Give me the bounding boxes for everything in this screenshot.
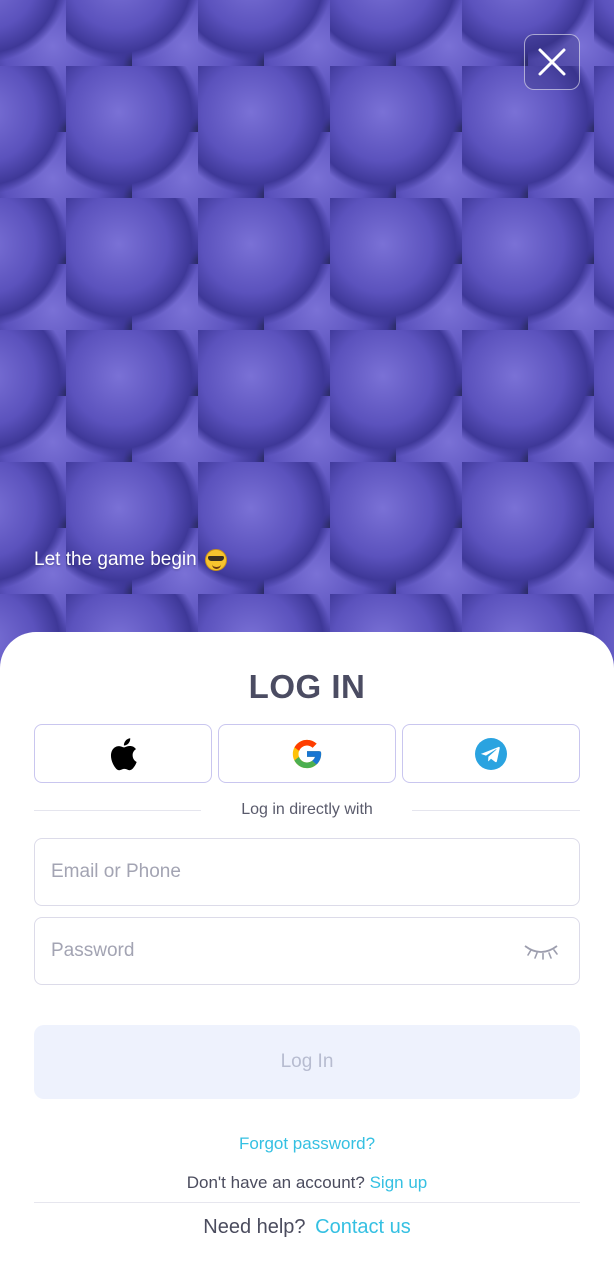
password-input[interactable]	[35, 940, 579, 962]
apple-icon	[110, 737, 137, 770]
eye-closed-icon[interactable]	[523, 940, 559, 962]
login-submit-button[interactable]: Log In	[34, 1025, 580, 1099]
email-field[interactable]	[34, 838, 580, 906]
close-icon	[538, 48, 566, 76]
bottom-divider	[34, 1202, 580, 1203]
apple-login-button[interactable]	[34, 724, 212, 783]
google-icon	[292, 739, 322, 768]
hero-pattern	[0, 0, 614, 680]
smiling-face-with-sunglasses-icon	[204, 549, 227, 571]
signup-row: Don't have an account? Sign up	[0, 1173, 614, 1193]
tagline: Let the game begin	[34, 549, 227, 571]
telegram-icon	[475, 737, 507, 770]
contact-us-link[interactable]: Contact us	[315, 1216, 411, 1238]
divider: Log in directly with	[34, 799, 580, 823]
signup-link[interactable]: Sign up	[370, 1173, 428, 1192]
tagline-text: Let the game begin	[34, 549, 197, 570]
help-row: Need help? Contact us	[0, 1216, 614, 1239]
social-login-row	[34, 724, 580, 784]
help-text: Need help?	[203, 1216, 306, 1238]
divider-line-right	[412, 810, 580, 811]
no-account-text: Don't have an account?	[186, 1173, 365, 1192]
google-login-button[interactable]	[218, 724, 396, 783]
close-button[interactable]	[524, 34, 580, 90]
email-input[interactable]	[35, 861, 579, 883]
page-title: LOG IN	[248, 668, 366, 705]
forgot-password-link[interactable]: Forgot password?	[0, 1134, 614, 1154]
telegram-login-button[interactable]	[402, 724, 580, 783]
password-field[interactable]	[34, 917, 580, 985]
hero-background	[0, 0, 614, 680]
